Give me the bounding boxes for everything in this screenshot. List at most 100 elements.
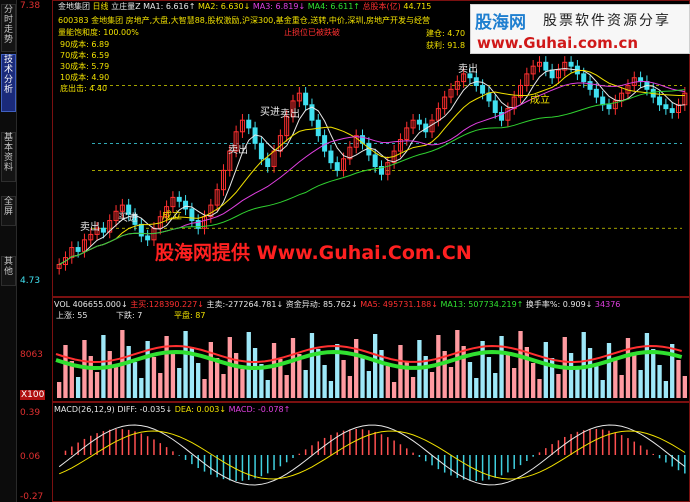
volume-bar — [151, 357, 157, 398]
candle-body — [480, 84, 486, 94]
concept-tags: 金地集团 房地产,大盘,大智慧88,股权激励,沪深300,基金重仓,送转,中价,… — [91, 16, 430, 25]
candle-body — [543, 61, 549, 71]
candle-body — [416, 119, 422, 125]
macd-dea-line — [59, 430, 686, 480]
volume-bar — [94, 372, 100, 398]
volume-bar — [303, 370, 308, 398]
volume-bar — [474, 378, 479, 398]
volume-bar — [271, 343, 277, 398]
left-tab-bar: 分时走势 技术分析 基本资料 全屏 其他 — [0, 0, 17, 502]
tab-other[interactable]: 其他 — [1, 256, 16, 286]
macd-diff: DIFF: -0.035↓ — [117, 405, 173, 414]
volume-bar — [448, 367, 454, 398]
macd-params: MACD(26,12,9) — [54, 405, 115, 414]
volume-bar — [240, 369, 245, 398]
volume-bar — [682, 376, 687, 398]
stock-code: 600383 — [58, 16, 89, 25]
ma2-value: MA2: 6.630↓ — [197, 2, 251, 11]
volume-bar — [57, 382, 62, 398]
cost-90: 90成本: 6.89 — [60, 40, 110, 49]
volume-bar — [651, 349, 656, 398]
info-tags: 600383 金地集团 房地产,大盘,大智慧88,股权激励,沪深300,基金重仓… — [58, 16, 472, 26]
logo-brand: 股海网 — [475, 13, 526, 33]
volume-bar — [164, 336, 169, 398]
volume-bar — [493, 373, 498, 398]
stop-loss-caption: 止损位已被跌破 — [284, 28, 340, 37]
volume-bar — [328, 381, 334, 398]
volume-bar — [360, 355, 365, 398]
volume-bar — [467, 362, 473, 398]
build-position: 建仓: 4.70 — [426, 29, 466, 38]
volume-bar — [265, 380, 270, 398]
volume-bar — [594, 364, 599, 398]
annotation-sell-3: 卖出 — [280, 109, 300, 120]
saturation-line: 量能饱和度: 100.00% — [58, 28, 139, 37]
volume-bar — [284, 375, 289, 398]
volume-bar — [606, 343, 612, 398]
candle-body — [100, 227, 106, 233]
capital-value: 44.715 — [403, 2, 432, 11]
macd-axis-mid: 0.06 — [20, 452, 41, 462]
volume-bar — [63, 345, 68, 398]
volume-bar — [632, 354, 637, 398]
volume-bar — [309, 333, 315, 398]
volume-bar — [663, 381, 669, 398]
tab-label: 基本资料 — [3, 133, 13, 173]
tab-fundamentals[interactable]: 基本资料 — [1, 132, 16, 182]
tab-label: 技术分析 — [3, 55, 13, 95]
candle-body — [75, 247, 81, 252]
tab-label: 其他 — [3, 257, 13, 277]
volume-bar — [227, 337, 232, 398]
volume-bar — [215, 358, 220, 398]
annotation-sell-4: 卖出 — [458, 64, 478, 75]
volume-bar — [170, 352, 176, 398]
macd-dea: DEA: 0.003↓ — [174, 405, 227, 414]
ma-line-10 — [58, 69, 685, 265]
vol-value: VOL 406655.000↓ — [54, 300, 128, 309]
indicator-name: 立庄量Z — [111, 2, 141, 11]
ma1-value: MA1: 6.616↑ — [143, 2, 196, 11]
volume-bar — [587, 348, 593, 398]
annotation-sell-1: 卖出 — [80, 222, 100, 233]
volume-bar — [518, 331, 523, 398]
watermark-text: 股海网提供 Www.Guhai.Com.CN — [155, 242, 472, 264]
period-label: 日线 — [92, 2, 109, 11]
cost-10: 10成本: 4.90 — [60, 73, 110, 82]
tab-technical[interactable]: 技术分析 — [1, 54, 16, 112]
volume-bar — [461, 346, 466, 398]
price-axis-top: 7.38 — [20, 1, 41, 11]
volume-bar — [619, 375, 624, 398]
candle-body — [593, 88, 599, 98]
volume-bar — [455, 330, 460, 398]
ma-line-5 — [58, 67, 685, 265]
macd-axis-top: 0.39 — [20, 408, 41, 418]
volume-bar — [505, 352, 511, 398]
profit-ratio: 获利: 91.8 — [426, 41, 466, 50]
volume-bar — [252, 348, 258, 398]
volume-bar — [625, 338, 631, 398]
price-axis: 7.38 4.73 8063 X100 0.39 0.06 -0.27 — [18, 0, 52, 502]
macd-header: MACD(26,12,9) DIFF: -0.035↓ DEA: 0.003↓ … — [54, 405, 290, 415]
volume-bar — [322, 365, 327, 398]
candle-body — [492, 100, 498, 113]
volume-bar — [75, 377, 81, 398]
volume-bar — [139, 378, 144, 398]
site-logo: 股海网 股票软件资源分享 www.Guhai.com.cn — [470, 4, 690, 54]
vol-ma13: MA13: 507734.219↑ — [440, 300, 524, 309]
annotation-establish-1: 成立 — [162, 211, 182, 222]
flat-count: 平盘: 87 — [174, 311, 206, 320]
macd-axis-bottom: -0.27 — [20, 492, 44, 502]
tab-fullscreen[interactable]: 全屏 — [1, 196, 16, 226]
tab-intraday[interactable]: 分时走势 — [1, 4, 16, 52]
volume-bar — [657, 365, 662, 398]
candle-body — [189, 208, 195, 222]
volume-bar — [126, 346, 131, 398]
volume-bar — [423, 356, 428, 398]
volume-bar — [391, 382, 397, 398]
tab-label: 全屏 — [3, 197, 13, 217]
volume-bar — [568, 353, 574, 398]
annotation-establish-2: 成立 — [530, 95, 550, 106]
down-count: 下跌: 7 — [116, 311, 143, 320]
volume-bar — [373, 334, 378, 398]
volume-bar — [537, 379, 542, 398]
